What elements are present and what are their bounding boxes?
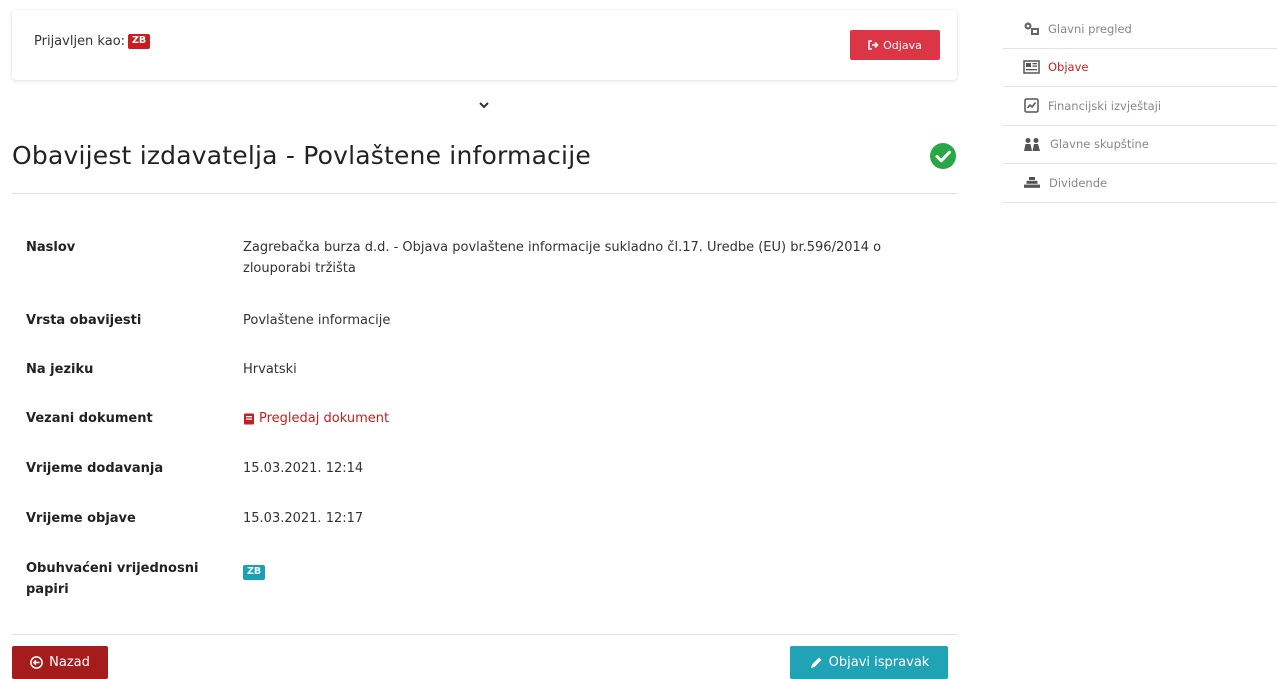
value-title: Zagrebačka burza d.d. - Objava povlašten…: [243, 240, 882, 276]
value-notice-type: Povlaštene informacije: [243, 313, 391, 328]
label-added-time: Vrijeme dodavanja: [26, 461, 164, 476]
sidebar-item-label: Objave: [1048, 60, 1089, 75]
sign-out-icon: [868, 40, 879, 50]
value-added-time: 15.03.2021. 12:14: [243, 461, 364, 476]
publish-correction-label: Objavi ispravak: [828, 655, 930, 670]
user-badge: ZB: [128, 34, 151, 49]
people-icon: [1024, 137, 1040, 151]
value-related-document: Pregledaj dokument: [243, 408, 389, 432]
label-published-time: Vrijeme objave: [26, 511, 136, 526]
dashboard-icon: [1024, 22, 1039, 36]
chevron-down-icon[interactable]: [477, 100, 491, 110]
sidebar-item-label: Glavni pregled: [1048, 21, 1132, 36]
logout-label: Odjava: [883, 38, 922, 52]
security-badge: ZB: [243, 565, 266, 580]
newspaper-icon: [1023, 60, 1040, 74]
login-card: Prijavljen kao: ZB Odjava: [12, 10, 957, 80]
book-icon: [244, 413, 254, 424]
sidebar-item-dividends[interactable]: Dividende: [1003, 164, 1277, 203]
sidebar-item-financial-reports[interactable]: Financijski izvještaji: [1003, 87, 1277, 126]
check-circle-icon: [930, 143, 956, 169]
label-related-document: Vezani dokument: [26, 411, 153, 426]
page-title: Obavijest izdavatelja - Povlaštene infor…: [12, 141, 591, 170]
pencil-icon: [810, 657, 822, 668]
sidebar-item-label: Dividende: [1049, 175, 1108, 190]
logout-button[interactable]: Odjava: [850, 30, 940, 60]
value-securities: ZB: [243, 560, 266, 581]
chart-icon: [1024, 98, 1039, 113]
bottom-divider: [12, 634, 957, 635]
value-language: Hrvatski: [243, 362, 297, 377]
value-published-time: 15.03.2021. 12:17: [243, 511, 364, 526]
sidebar-item-general-meetings[interactable]: Glavne skupštine: [1003, 126, 1277, 164]
view-document-link[interactable]: Pregledaj dokument: [243, 408, 389, 429]
sidebar-item-label: Glavne skupštine: [1050, 137, 1149, 152]
sidebar-item-announcements[interactable]: Objave: [1003, 49, 1277, 87]
back-label: Nazad: [49, 655, 90, 670]
view-document-label: Pregledaj dokument: [259, 411, 390, 426]
title-divider: [12, 193, 957, 194]
label-title: Naslov: [26, 240, 76, 255]
coins-icon: [1024, 177, 1040, 189]
label-language: Na jeziku: [26, 362, 94, 377]
publish-correction-button[interactable]: Objavi ispravak: [790, 646, 948, 679]
label-notice-type: Vrsta obavijesti: [26, 313, 142, 328]
logged-in-label: Prijavljen kao:: [34, 34, 126, 49]
logged-in-info: Prijavljen kao: ZB: [34, 34, 151, 49]
sidebar-item-label: Financijski izvještaji: [1048, 98, 1162, 113]
back-button[interactable]: Nazad: [12, 646, 108, 679]
arrow-circle-left-icon: [30, 656, 43, 669]
sidebar: Glavni pregled Objave Financijski izvješ…: [1003, 10, 1277, 203]
sidebar-item-dashboard[interactable]: Glavni pregled: [1003, 10, 1277, 49]
label-securities: Obuhvaćeni vrijednosni papiri: [26, 561, 199, 597]
